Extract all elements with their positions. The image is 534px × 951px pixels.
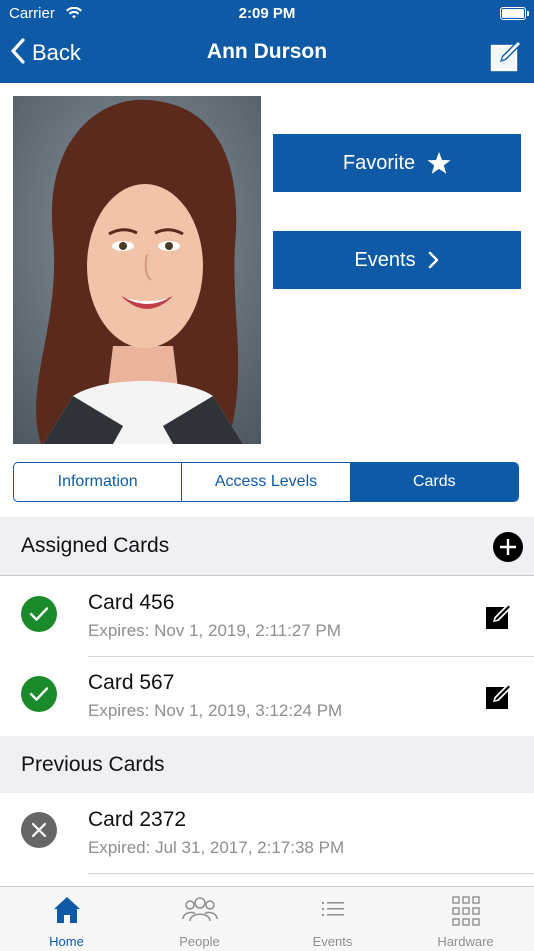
tabbar-people[interactable]: People — [133, 887, 266, 951]
edit-icon — [486, 683, 512, 709]
tabbar-people-label: People — [179, 934, 220, 949]
add-icon — [493, 532, 523, 562]
previous-cards-header: Previous Cards — [0, 736, 534, 793]
add-card-button[interactable] — [493, 532, 523, 562]
tab-access-levels[interactable]: Access Levels — [182, 463, 351, 501]
star-icon — [427, 151, 451, 175]
clock: 2:09 PM — [238, 5, 296, 22]
assigned-cards-title: Assigned Cards — [21, 534, 170, 557]
grid-icon — [399, 895, 532, 927]
previous-cards-title: Previous Cards — [21, 753, 165, 776]
x-icon — [21, 812, 57, 848]
profile-photo — [13, 96, 261, 444]
edit-icon — [486, 603, 512, 629]
edit-card-button[interactable] — [485, 681, 515, 711]
list-icon — [266, 895, 399, 927]
events-button[interactable]: Events — [273, 231, 521, 289]
people-icon — [133, 895, 266, 927]
tab-information[interactable]: Information — [14, 463, 183, 501]
assigned-cards-header: Assigned Cards — [0, 517, 534, 576]
header: Carrier 2:09 PM Back Ann Durson — [0, 0, 534, 83]
card-row[interactable]: Card 2372 Expired: Jul 31, 2017, 2:17:38… — [0, 793, 534, 873]
check-icon — [21, 596, 57, 632]
tabbar-events[interactable]: Events — [266, 887, 399, 951]
edit-person-button[interactable] — [490, 38, 524, 72]
events-label: Events — [354, 248, 416, 271]
card-row[interactable]: Card 567 Expires: Nov 1, 2019, 3:12:24 P… — [0, 657, 534, 736]
page-title: Ann Durson — [206, 40, 328, 63]
tabbar-home[interactable]: Home — [0, 887, 133, 951]
check-icon — [21, 676, 57, 712]
tabbar-hardware[interactable]: Hardware — [399, 887, 532, 951]
favorite-label: Favorite — [342, 151, 416, 174]
home-icon — [0, 895, 133, 927]
card-expiry: Expires: Nov 1, 2019, 2:11:27 PM — [88, 621, 341, 640]
status-bar: Carrier 2:09 PM — [0, 0, 534, 28]
edit-icon — [490, 41, 521, 72]
card-name: Card 567 — [88, 671, 175, 694]
tabbar-events-label: Events — [312, 934, 353, 949]
favorite-button[interactable]: Favorite — [273, 134, 521, 192]
divider — [88, 873, 534, 874]
card-name: Card 456 — [88, 591, 175, 614]
card-expiry: Expired: Jul 31, 2017, 2:17:38 PM — [88, 838, 345, 857]
card-row[interactable]: Card 456 Expires: Nov 1, 2019, 2:11:27 P… — [0, 576, 534, 656]
chevron-right-icon — [428, 251, 440, 269]
tabbar-home-label: Home — [49, 934, 84, 949]
battery-icon — [500, 7, 529, 20]
tabbar-hardware-label: Hardware — [437, 934, 494, 949]
card-expiry: Expires: Nov 1, 2019, 3:12:24 PM — [88, 701, 343, 720]
segmented-control: Information Access Levels Cards — [13, 462, 519, 502]
tab-cards[interactable]: Cards — [350, 463, 518, 501]
tab-bar: Home People Events Hardware — [0, 886, 534, 951]
card-name: Card 2372 — [88, 808, 187, 831]
edit-card-button[interactable] — [485, 601, 515, 631]
